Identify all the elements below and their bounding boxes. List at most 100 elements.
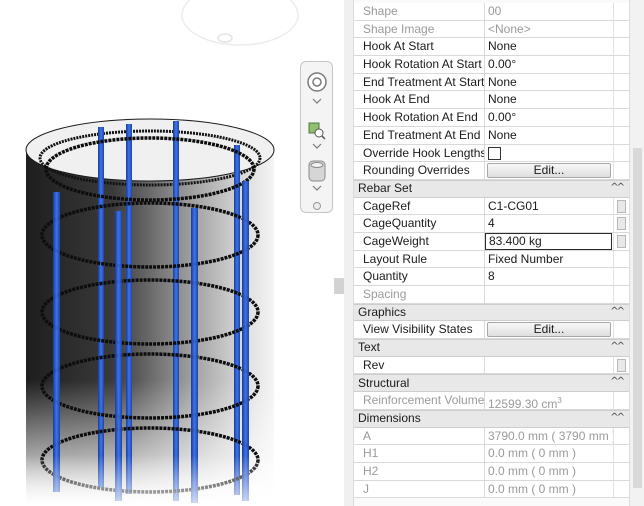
steering-wheel-icon[interactable] <box>306 70 328 106</box>
property-label: Spacing <box>354 286 485 303</box>
property-row-end-treatment-at-start[interactable]: End Treatment At Start None <box>354 73 629 92</box>
collapse-chevron-icon[interactable]: ^^ <box>610 376 625 387</box>
property-row-rounding-overrides[interactable]: Rounding Overrides Edit... <box>354 162 629 180</box>
property-value[interactable]: 0.00° <box>485 56 613 73</box>
edit-button[interactable]: Edit... <box>487 322 611 338</box>
property-label: Hook Rotation At Start <box>354 56 485 73</box>
property-label: Layout Rule <box>354 250 485 268</box>
navigation-bar[interactable] <box>300 61 333 213</box>
property-value-text: None <box>488 127 517 142</box>
property-label: CageRef <box>354 197 485 215</box>
property-value[interactable]: None <box>485 91 613 108</box>
row-side-cell <box>613 73 629 91</box>
property-row-quantity[interactable]: Quantity 8 <box>354 268 629 286</box>
zoom-icon[interactable] <box>306 120 328 150</box>
section-header-structural[interactable]: Structural ^^ <box>354 374 629 393</box>
property-value[interactable] <box>485 145 613 162</box>
property-row-cageref[interactable]: CageRef C1-CG01 <box>354 197 629 216</box>
property-value[interactable]: C1-CG01 <box>485 198 613 215</box>
section-header-rebar-set[interactable]: Rebar Set ^^ <box>354 179 629 198</box>
property-row-shape: Shape 00 <box>354 3 629 21</box>
property-value[interactable]: None <box>485 38 613 55</box>
property-value: 0.0 mm ( 0 mm ) <box>485 463 613 480</box>
property-value-text: 0.00° <box>488 110 517 125</box>
property-value-text: 0.0 mm ( 0 mm ) <box>488 463 577 478</box>
property-row-hook-at-end[interactable]: Hook At End None <box>354 91 629 110</box>
property-label: End Treatment At End <box>354 126 485 144</box>
property-value-text: 8 <box>488 269 495 284</box>
property-row-rev[interactable]: Rev <box>354 356 629 375</box>
cage-weight-input[interactable]: 83.400 kg <box>485 232 612 250</box>
property-row-layout-rule[interactable]: Layout Rule Fixed Number <box>354 250 629 269</box>
property-value-text: 00 <box>488 4 502 18</box>
3d-viewport[interactable] <box>0 0 334 506</box>
property-value[interactable]: 83.400 kg <box>485 232 613 250</box>
collapse-chevron-icon[interactable]: ^^ <box>610 341 625 352</box>
section-header-graphics[interactable]: Graphics ^^ <box>354 303 629 322</box>
property-row-override-hook-lengths[interactable]: Override Hook Lengths <box>354 144 629 163</box>
property-row-hook-rotation-at-start[interactable]: Hook Rotation At Start 0.00° <box>354 56 629 74</box>
override-hook-lengths-checkbox[interactable] <box>488 146 501 160</box>
property-value[interactable] <box>485 357 613 374</box>
property-row-hook-rotation-at-end[interactable]: Hook Rotation At End 0.00° <box>354 109 629 127</box>
property-row-end-treatment-at-end[interactable]: End Treatment At End None <box>354 126 629 145</box>
row-side-cell <box>613 286 629 303</box>
row-side-cell <box>613 109 629 126</box>
collapse-chevron-icon[interactable]: ^^ <box>610 182 625 193</box>
property-label: Hook At Start <box>354 38 485 56</box>
property-label: J <box>354 480 485 498</box>
property-value-text: None <box>488 92 517 107</box>
pane-divider[interactable] <box>334 0 344 506</box>
property-value[interactable]: 0.00° <box>485 109 613 126</box>
collapse-chevron-icon[interactable]: ^^ <box>610 412 625 423</box>
scrollbar-thumb[interactable] <box>633 148 642 488</box>
property-row-j: J 0.0 mm ( 0 mm ) <box>354 480 629 499</box>
row-side-cell <box>613 197 629 215</box>
section-header-dimensions[interactable]: Dimensions ^^ <box>354 409 629 428</box>
rebar-cage-model[interactable] <box>0 0 334 506</box>
property-value[interactable]: 4 <box>485 215 613 232</box>
property-label: Quantity <box>354 268 485 285</box>
property-row-view-visibility-states[interactable]: View Visibility States Edit... <box>354 321 629 340</box>
property-row-spacing: Spacing <box>354 286 629 304</box>
associate-parameter-button[interactable] <box>617 234 626 248</box>
property-value[interactable]: Edit... <box>485 162 613 179</box>
collapse-chevron-icon[interactable]: ^^ <box>610 306 625 317</box>
property-value[interactable]: Fixed Number <box>485 251 613 268</box>
unit-superscript: 3 <box>557 396 562 406</box>
property-value[interactable]: None <box>485 127 613 144</box>
associate-parameter-button[interactable] <box>617 358 626 372</box>
associate-parameter-button[interactable] <box>617 199 626 213</box>
property-value[interactable]: None <box>485 74 613 91</box>
property-value-text: C1-CG01 <box>488 198 539 213</box>
property-row-reinforcement-volume: Reinforcement Volume 12599.30 cm3 <box>354 392 629 410</box>
property-value-text: 0.0 mm ( 0 mm ) <box>488 481 577 496</box>
row-side-cell <box>613 126 629 144</box>
property-label: View Visibility States <box>354 321 485 339</box>
property-label: Reinforcement Volume <box>354 392 485 409</box>
property-value: 12599.30 cm3 <box>485 392 613 409</box>
edit-button[interactable]: Edit... <box>487 163 611 179</box>
property-value-text: Fixed Number <box>488 251 564 266</box>
property-value-text: <None> <box>488 21 531 36</box>
property-value[interactable]: 8 <box>485 268 613 285</box>
property-row-cageweight[interactable]: CageWeight 83.400 kg <box>354 232 629 251</box>
associate-parameter-button[interactable] <box>617 217 626 231</box>
nav-options-icon[interactable] <box>313 202 321 210</box>
row-side-cell <box>613 480 629 498</box>
property-row-cagequantity[interactable]: CageQuantity 4 <box>354 215 629 233</box>
section-header-text[interactable]: Text ^^ <box>354 339 629 357</box>
property-label: End Treatment At Start <box>354 73 485 91</box>
property-row-shape-image: Shape Image <None> <box>354 20 629 39</box>
property-row-hook-at-start[interactable]: Hook At Start None <box>354 38 629 57</box>
property-value[interactable]: Edit... <box>485 321 613 338</box>
row-side-cell <box>613 427 629 445</box>
property-value: 0.0 mm ( 0 mm ) <box>485 481 613 498</box>
property-value-text: 12599.30 cm <box>488 397 558 409</box>
property-value-text: 0.00° <box>488 57 517 72</box>
property-value-text: 4 <box>488 216 495 231</box>
row-side-cell <box>613 392 629 409</box>
properties-scrollbar[interactable] <box>629 0 644 506</box>
property-label: Hook At End <box>354 91 485 109</box>
view-cube-icon[interactable] <box>306 157 328 197</box>
